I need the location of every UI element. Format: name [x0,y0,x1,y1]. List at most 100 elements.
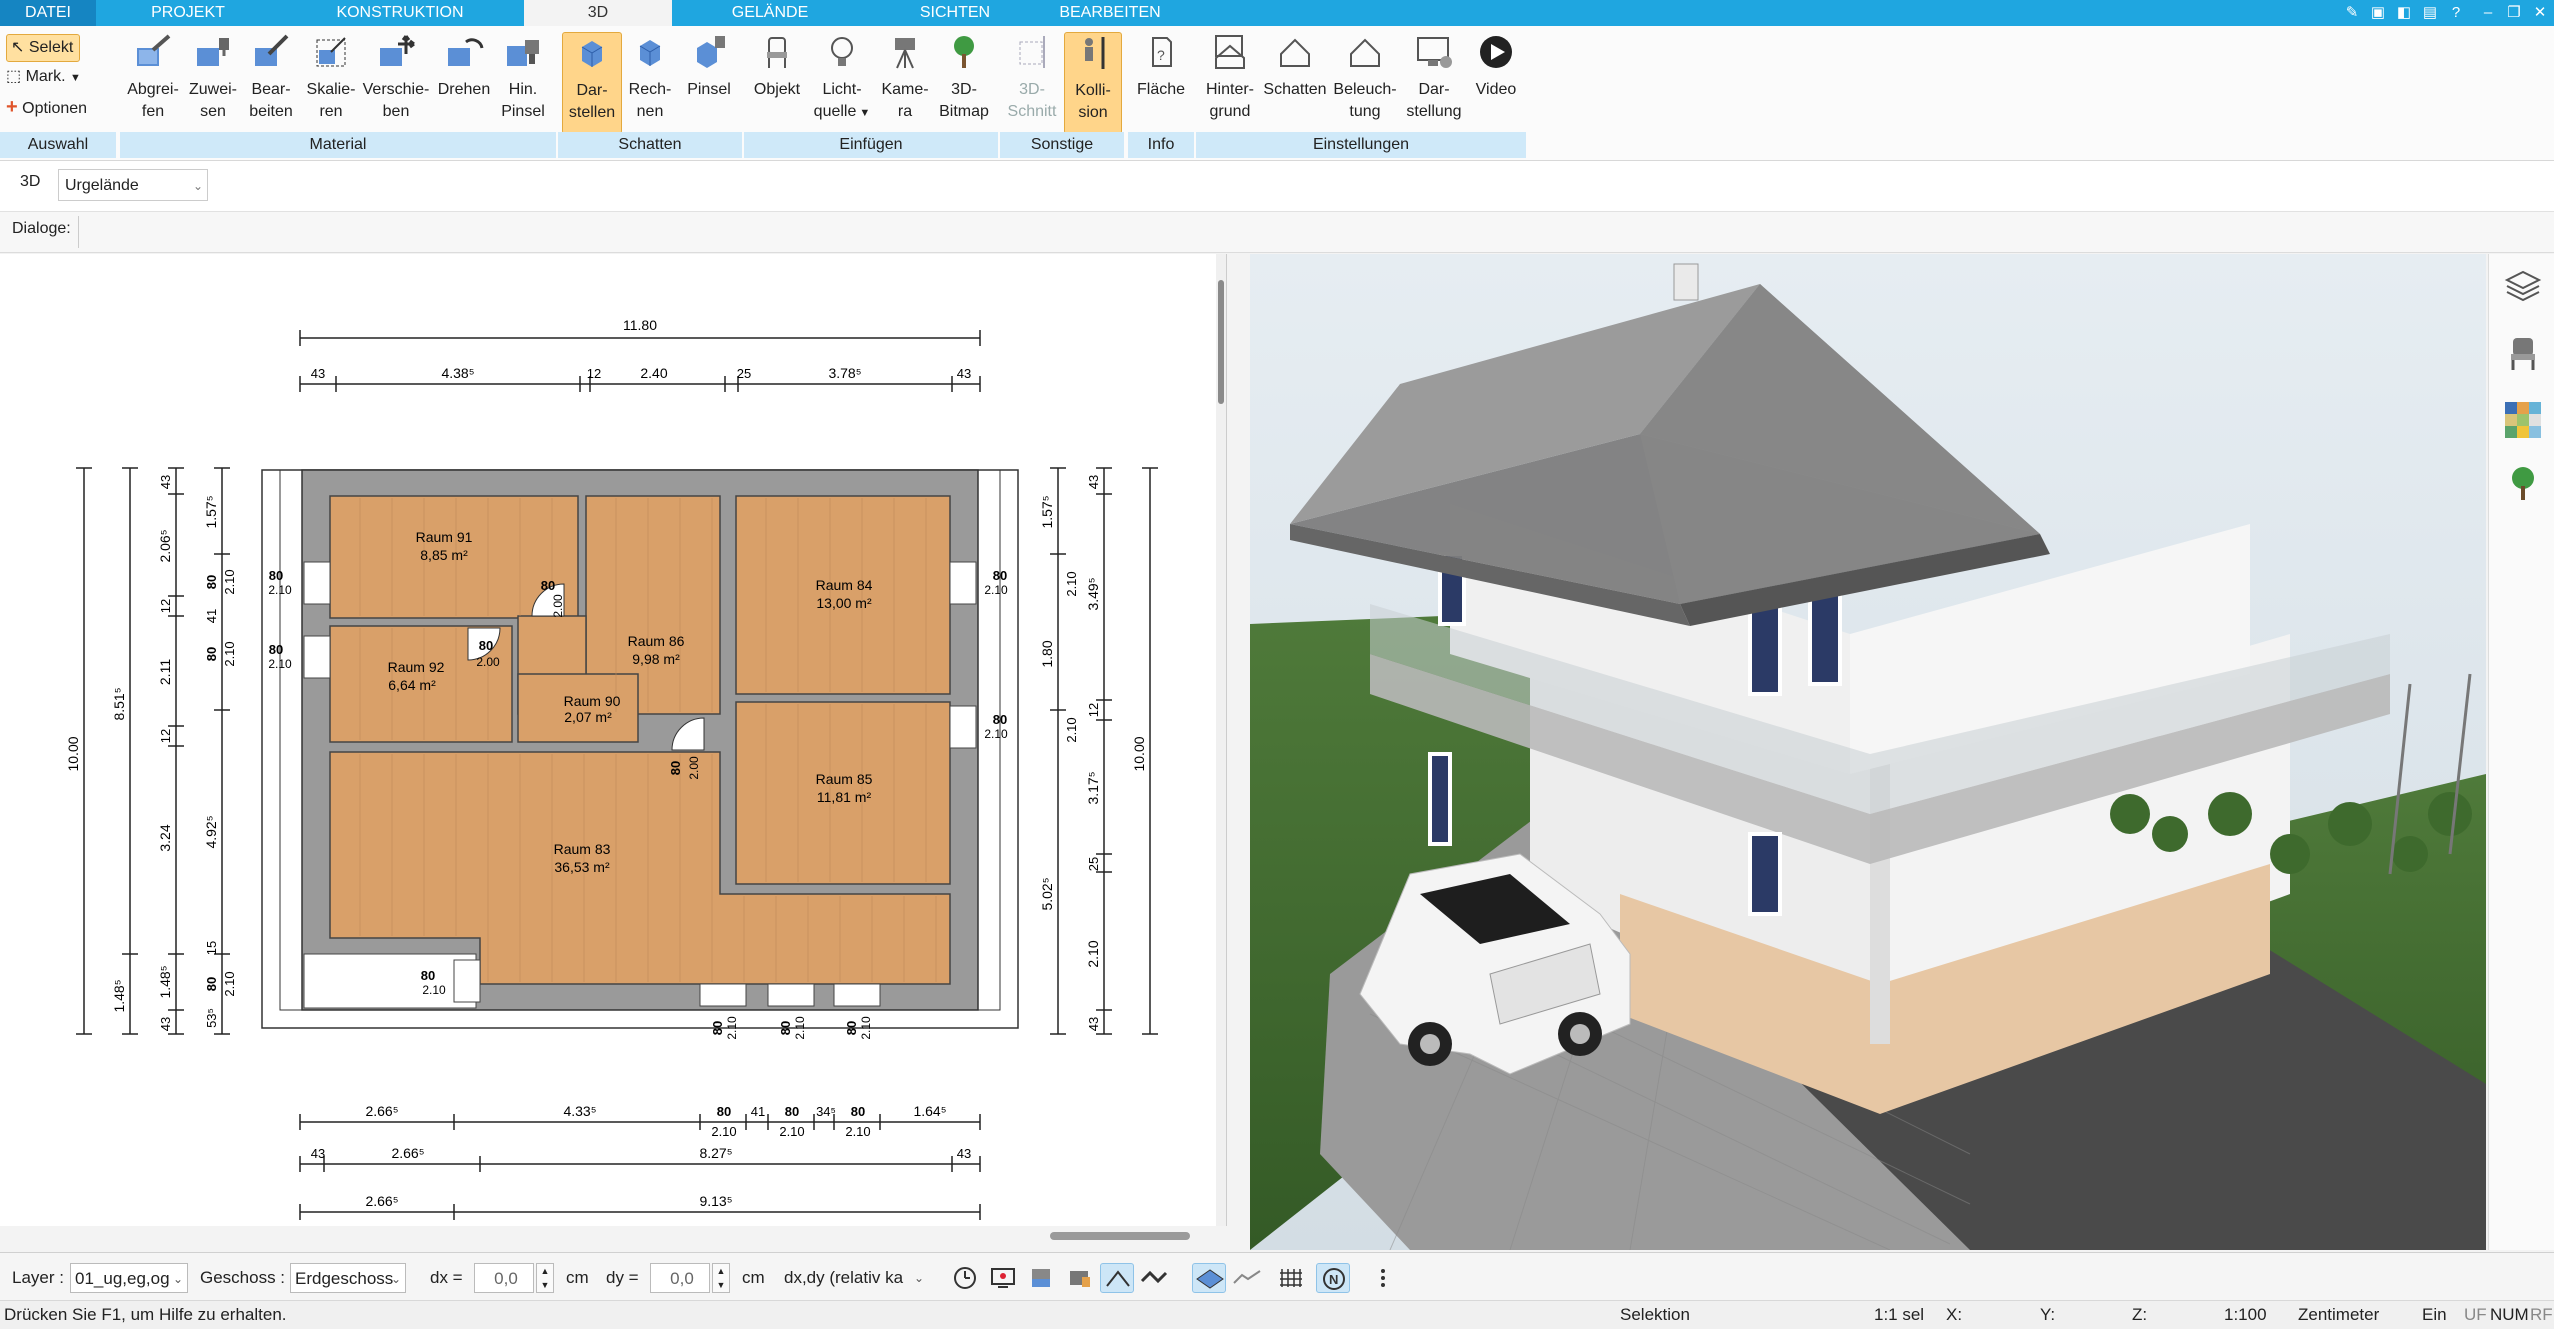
tab-datei[interactable]: DATEI [0,0,96,26]
schatten-pinsel-button[interactable]: Pinsel [680,32,738,101]
stairs-icon[interactable] [1138,1263,1172,1293]
window-right-1[interactable] [949,561,977,605]
objects-icon[interactable] [1024,1263,1058,1293]
tree-icon[interactable] [2503,464,2543,504]
window-right-2[interactable] [949,705,977,749]
roof-toggle-icon[interactable] [1100,1263,1134,1293]
minimize-icon[interactable]: – [2476,2,2500,24]
dx-unit: cm [566,1268,589,1287]
coordinate-mode-select[interactable]: dx,dy (relativ ka ⌄ [780,1263,928,1293]
dim-right-8: 43 [1086,1017,1101,1031]
win-label-a-4: 80 [421,968,435,983]
room-area-92: 6,64 m² [388,677,436,693]
lichtquelle-button[interactable]: Licht-quelle ▼ [810,32,874,124]
dim-bottom-2: 80 [717,1104,731,1119]
tools-icon[interactable]: ✎ [2340,2,2364,24]
dim-left-open-5: 15 [204,941,219,955]
tab-projekt[interactable]: PROJEKT [108,0,268,26]
horizontal-scroll-thumb[interactable] [1050,1232,1190,1240]
window-left-2[interactable] [303,635,331,679]
screen-icon[interactable] [986,1263,1020,1293]
close-icon[interactable]: ✕ [2528,2,2552,24]
restore-icon[interactable]: ❐ [2502,2,2526,24]
flaeche-button[interactable]: ? Fläche [1130,32,1192,101]
hintergrund-button[interactable]: Hinter-grund [1198,32,1262,123]
abgreifen-button[interactable]: Abgrei-fen [120,32,186,123]
optionen-button[interactable]: + Optionen [6,94,87,120]
drehen-button[interactable]: Drehen [432,32,496,101]
dim-left-open-4: 2.10 [222,641,237,666]
geschoss-label: Geschoss : [200,1268,286,1287]
window-left-1[interactable] [303,561,331,605]
win-label-a-5: 80 [710,1021,725,1035]
window-bottom-3[interactable] [833,983,881,1007]
chevron-down-icon: ▼ [70,72,81,84]
layer-dropdown[interactable]: Urgelände ⌄ [58,169,208,201]
bearbeiten-button[interactable]: Bear-beiten [240,32,302,123]
mode-indicator: Selektion [1620,1305,1690,1324]
window-entry[interactable] [453,959,481,1003]
mark-button[interactable]: ⬚ Mark. ▼ [6,64,81,90]
tab-gelaende[interactable]: GELÄNDE [690,0,850,26]
tab-3d[interactable]: 3D [524,0,672,26]
plane-icon[interactable] [1192,1263,1226,1293]
furniture-icon[interactable] [1062,1263,1096,1293]
dim-right-1: 1.57⁵ [1039,495,1055,528]
objekt-button[interactable]: Objekt [748,32,806,101]
verschieben-button[interactable]: Verschie-ben [358,32,434,123]
geschoss-select[interactable]: Erdgeschoss ⌄ [290,1263,406,1293]
beleuchtung-button[interactable]: Beleuch-tung [1330,32,1400,123]
room-label-92: Raum 92 [388,659,445,675]
z-coordinate: Z: [2132,1305,2148,1324]
3d-bitmap-button[interactable]: 3D- Bitmap [932,32,996,123]
layers-icon[interactable] [2503,266,2543,306]
floor-plan-canvas[interactable]: 11.80 43 4.38⁵ 12 2.40 25 3.78⁵ 43 10.00… [0,254,1226,1226]
win-label-a-3: 80 [993,712,1007,727]
terrain-icon[interactable] [1230,1263,1264,1293]
layer-select[interactable]: 01_ug,eg,og ⌄ [70,1263,188,1293]
tab-sichten[interactable]: SICHTEN [880,0,1030,26]
chair-icon[interactable] [2503,334,2543,374]
dy-stepper[interactable]: ▲ ▼ [712,1263,730,1293]
3d-schnitt-button[interactable]: 3D- Schnitt [1002,32,1062,123]
dim-bottom-0: 2.66⁵ [365,1103,398,1119]
floor-plan-view[interactable]: 11.80 43 4.38⁵ 12 2.40 25 3.78⁵ 43 10.00… [0,254,1227,1226]
palette-icon[interactable] [2503,400,2543,440]
group-auswahl: Auswahl [0,132,116,158]
3d-view[interactable] [1250,254,2486,1250]
zuweisen-button[interactable]: Zuwei-sen [184,32,242,123]
rechnen-button[interactable]: Rech-nen [624,32,676,123]
dx-stepper[interactable]: ▲ ▼ [536,1263,554,1293]
vertical-scrollbar[interactable] [1216,254,1226,1226]
tab-bearbeiten[interactable]: BEARBEITEN [1040,0,1180,26]
darstellung-button[interactable]: Dar-stellung [1402,32,1466,123]
tab-konstruktion[interactable]: KONSTRUKTION [300,0,500,26]
more-icon[interactable] [1366,1263,1400,1293]
window-bottom-2[interactable] [767,983,815,1007]
help-icon[interactable]: ? [2444,2,2468,24]
room-label-91: Raum 91 [416,529,473,545]
kamera-button[interactable]: Kame-ra [876,32,934,123]
panel-icon[interactable]: ▤ [2418,2,2442,24]
grid-icon[interactable] [1274,1263,1308,1293]
vertical-scroll-thumb[interactable] [1218,280,1224,404]
window-bottom-1[interactable] [699,983,747,1007]
dim-left-open-3: 80 [204,647,219,661]
dx-input[interactable]: 0,0 [474,1263,534,1293]
darstellen-button[interactable]: Dar-stellen [562,32,622,134]
3d-scene[interactable] [1250,254,2486,1250]
clock-icon[interactable] [948,1263,982,1293]
kollision-button[interactable]: Kolli-sion [1064,32,1122,134]
hin-pinsel-button[interactable]: Hin. Pinsel [494,32,552,123]
win-label-b-0: 2.10 [268,583,292,597]
x-coordinate: X: [1946,1305,1963,1324]
dialoge-label: Dialoge: [12,220,71,237]
selekt-button[interactable]: ↖ Selekt [6,34,81,62]
dy-input[interactable]: 0,0 [650,1263,710,1293]
layout-icon[interactable]: ◧ [2392,2,2416,24]
skalieren-button[interactable]: Skalie-ren [300,32,362,123]
einst-schatten-button[interactable]: Schatten [1262,32,1328,101]
video-button[interactable]: Video [1468,32,1524,101]
window-icon[interactable]: ▣ [2366,2,2390,24]
north-icon[interactable]: N [1316,1263,1350,1293]
